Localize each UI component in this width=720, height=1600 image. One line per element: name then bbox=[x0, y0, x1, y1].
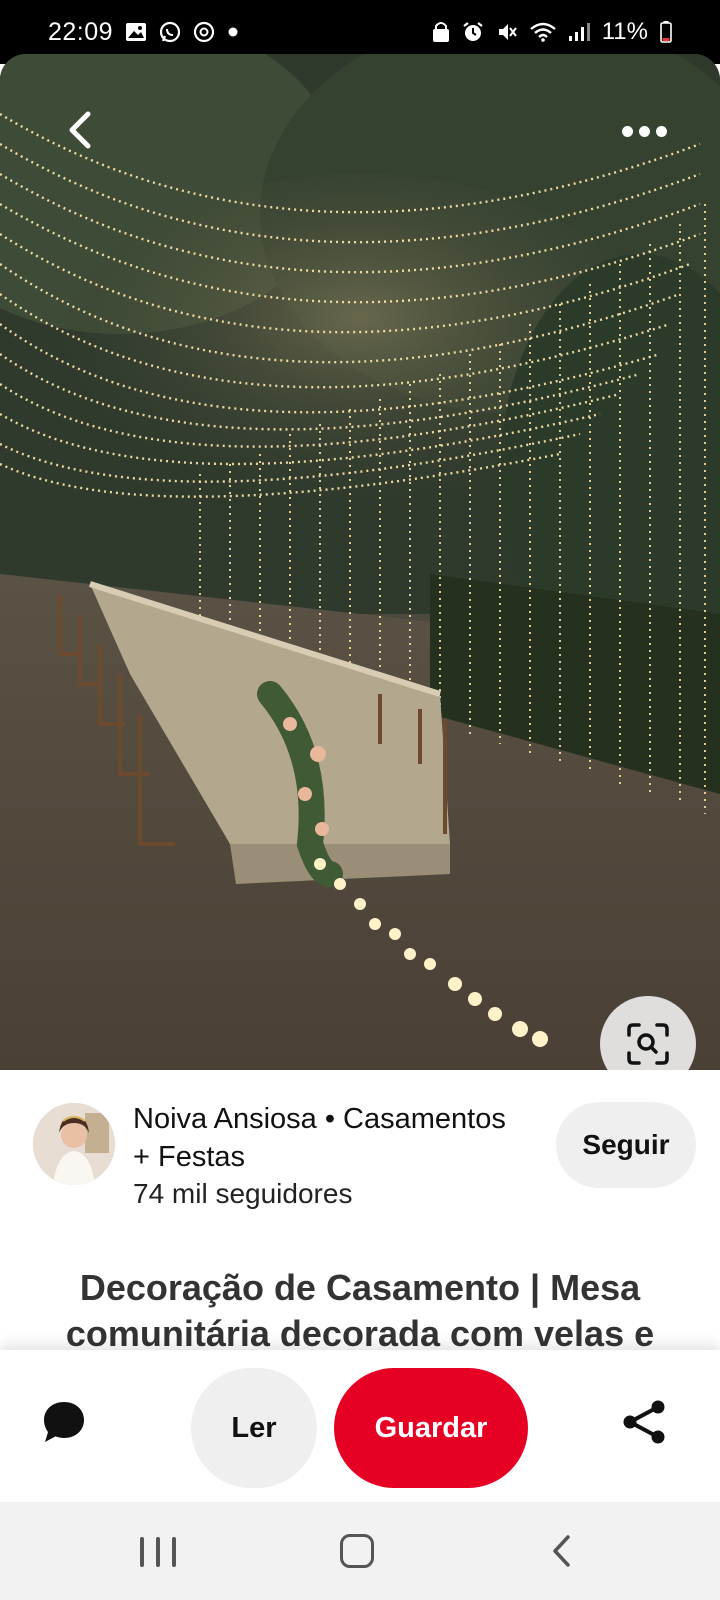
more-options-dot bbox=[638, 125, 650, 137]
more-options-button[interactable] bbox=[614, 116, 674, 146]
notification-dot-icon bbox=[227, 26, 239, 38]
back-icon[interactable] bbox=[548, 1534, 578, 1568]
wedding-table-photo bbox=[0, 54, 720, 1070]
action-bar: Ler Guardar bbox=[0, 1350, 720, 1502]
lock-icon bbox=[432, 21, 450, 43]
visual-search-icon bbox=[627, 1023, 669, 1065]
more-options-dot bbox=[655, 125, 667, 137]
back-button[interactable] bbox=[56, 106, 104, 154]
back-arrow-icon bbox=[69, 111, 91, 149]
signal-icon bbox=[568, 22, 590, 42]
recent-apps-bar bbox=[140, 1537, 144, 1567]
status-time: 22:09 bbox=[48, 17, 114, 46]
status-left: 22:09 bbox=[48, 18, 239, 47]
more-options-dot bbox=[621, 125, 633, 137]
recent-apps-bar bbox=[156, 1537, 160, 1567]
share-button[interactable] bbox=[616, 1394, 672, 1450]
creator-name[interactable]: Noiva Ansiosa • Casamentos + Festas bbox=[133, 1100, 513, 1176]
share-icon bbox=[623, 1400, 665, 1444]
pin-image[interactable] bbox=[0, 54, 720, 1070]
recent-apps-bar bbox=[172, 1537, 176, 1567]
creator-row: Noiva Ansiosa • Casamentos + Festas 74 m… bbox=[0, 1070, 720, 1220]
system-nav-bar bbox=[0, 1502, 720, 1600]
app-icon bbox=[193, 21, 215, 43]
gallery-icon bbox=[125, 22, 147, 42]
nav-back-chevron bbox=[553, 1535, 570, 1567]
creator-followers: 74 mil seguidores bbox=[133, 1178, 353, 1209]
follow-button[interactable]: Seguir bbox=[556, 1102, 696, 1188]
wifi-icon bbox=[529, 22, 556, 42]
battery-percent: 11% bbox=[601, 18, 648, 45]
status-right: 11% bbox=[432, 18, 672, 46]
pin-title: Decoração de Casamento | Mesa comunitári… bbox=[65, 1267, 655, 1354]
mute-icon bbox=[496, 21, 518, 43]
recent-apps-icon[interactable] bbox=[140, 1534, 176, 1570]
avatar[interactable] bbox=[33, 1103, 115, 1185]
home-icon[interactable] bbox=[340, 1534, 374, 1568]
save-button[interactable]: Guardar bbox=[334, 1368, 528, 1488]
read-button[interactable]: Ler bbox=[191, 1368, 317, 1488]
bride-avatar-image bbox=[33, 1103, 115, 1185]
comment-button[interactable] bbox=[36, 1394, 92, 1450]
battery-icon bbox=[660, 21, 672, 43]
alarm-icon bbox=[462, 21, 484, 43]
whatsapp-icon bbox=[159, 21, 181, 43]
comment-icon bbox=[44, 1402, 84, 1442]
